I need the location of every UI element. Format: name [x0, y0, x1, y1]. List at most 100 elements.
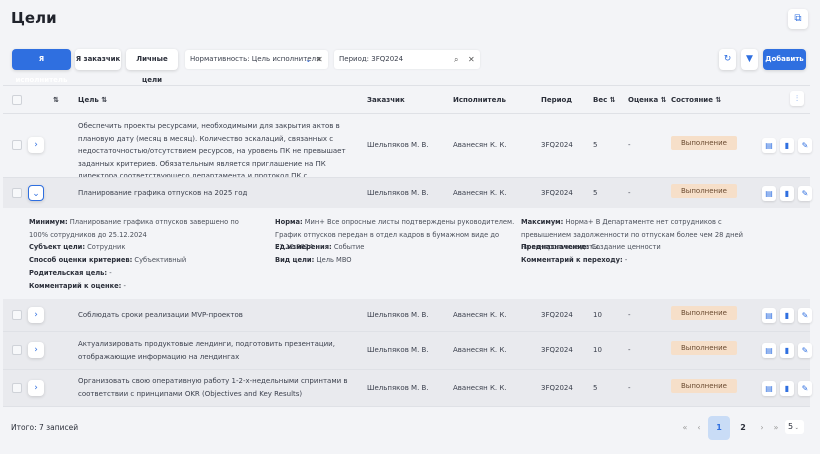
filter-button[interactable]: ▼ — [741, 49, 758, 70]
row-checkbox[interactable] — [12, 310, 22, 320]
goal-text[interactable]: Организовать свою оперативную работу 1-2… — [78, 375, 363, 400]
kind-value: Цель MBO — [316, 256, 352, 264]
collapse-button[interactable]: ⌄ — [28, 185, 44, 201]
col-score[interactable]: Оценка ⇅ — [628, 96, 667, 104]
chevron-down-icon[interactable]: ⌄ — [305, 50, 312, 69]
map-icon[interactable]: ▮ — [780, 343, 794, 358]
select-all-checkbox[interactable] — [12, 95, 22, 105]
unit-label: Ед.измерения: — [275, 243, 332, 251]
clear-icon[interactable]: ✕ — [316, 50, 323, 69]
map-icon[interactable]: ▮ — [780, 138, 794, 153]
col-customer: Заказчик — [367, 96, 405, 104]
customer: Шельпяков М. В. — [367, 384, 429, 392]
tab-customer[interactable]: Я заказчик — [75, 49, 121, 70]
customer: Шельпяков М. В. — [367, 141, 429, 149]
executor: Аванесян К. К. — [453, 346, 507, 354]
norm-label: Норма: — [275, 218, 303, 226]
col-period: Период — [541, 96, 572, 104]
status-badge: Выполнение — [671, 136, 737, 150]
status-badge: Выполнение — [671, 379, 737, 393]
goal-text[interactable]: Планирование графика отпусков на 2025 го… — [78, 187, 363, 200]
parent-label: Родительская цель: — [29, 269, 108, 277]
expand-button[interactable]: › — [28, 307, 44, 323]
page-1-button[interactable]: 1 — [708, 416, 730, 440]
refresh-button[interactable]: ↻ — [719, 49, 736, 70]
goal-text[interactable]: Обеспечить проекты ресурсами, необходимы… — [78, 120, 363, 183]
clear-icon[interactable]: ✕ — [468, 50, 475, 69]
period: 3FQ2024 — [541, 189, 573, 197]
page-2-button[interactable]: 2 — [732, 416, 754, 440]
status-badge: Выполнение — [671, 184, 737, 198]
edit-icon[interactable]: ✎ — [798, 308, 812, 323]
score: - — [628, 384, 631, 392]
row-checkbox[interactable] — [12, 345, 22, 355]
edit-icon[interactable]: ✎ — [798, 186, 812, 201]
table-row[interactable]: › Обеспечить проекты ресурсами, необходи… — [3, 114, 812, 180]
sort-icon[interactable]: ⇅ — [53, 96, 59, 104]
map-icon[interactable]: ▮ — [780, 186, 794, 201]
open-external-button[interactable]: ⧉ — [788, 9, 808, 29]
search-icon[interactable]: ⌕ — [454, 50, 458, 69]
row-checkbox[interactable] — [12, 140, 22, 150]
map-icon[interactable]: ▮ — [780, 381, 794, 396]
goal-text[interactable]: Актуализировать продуктовые лендинги, по… — [78, 338, 363, 363]
col-goal[interactable]: Цель ⇅ — [78, 96, 107, 104]
expand-button[interactable]: › — [28, 137, 44, 153]
page-title: Цели — [11, 9, 57, 27]
period-filter[interactable]: Период: 3FQ2024 ⌕ ✕ — [334, 50, 480, 69]
normativity-filter[interactable]: Нормативность: Цель исполнителя ⌄ ✕ — [185, 50, 328, 69]
status-badge: Выполнение — [671, 341, 737, 355]
edit-icon[interactable]: ✎ — [798, 138, 812, 153]
score: - — [628, 141, 631, 149]
details-icon[interactable]: ▤ — [762, 186, 776, 201]
kind-label: Вид цели: — [275, 256, 315, 264]
subject-value: Сотрудник — [87, 243, 126, 251]
customer: Шельпяков М. В. — [367, 311, 429, 319]
first-page-button[interactable]: « — [679, 416, 691, 440]
next-page-button[interactable]: › — [756, 416, 768, 440]
period-filter-value: Период: 3FQ2024 — [339, 55, 404, 63]
prev-page-button[interactable]: ‹ — [693, 416, 705, 440]
goal-text[interactable]: Соблюдать сроки реализации MVP-проектов — [78, 309, 363, 322]
expand-button[interactable]: › — [28, 380, 44, 396]
details-icon[interactable]: ▤ — [762, 381, 776, 396]
executor: Аванесян К. К. — [453, 311, 507, 319]
transition-value: - — [624, 256, 628, 264]
score: - — [628, 311, 631, 319]
details-icon[interactable]: ▤ — [762, 343, 776, 358]
comment-label: Комментарий к оценке: — [29, 282, 122, 290]
details-icon[interactable]: ▤ — [762, 138, 776, 153]
details-icon[interactable]: ▤ — [762, 308, 776, 323]
period: 3FQ2024 — [541, 311, 573, 319]
method-value: Субъективный — [134, 256, 187, 264]
add-button[interactable]: Добавить — [763, 49, 806, 70]
edit-icon[interactable]: ✎ — [798, 381, 812, 396]
period: 3FQ2024 — [541, 346, 573, 354]
customer: Шельпяков М. В. — [367, 189, 429, 197]
weight: 10 — [593, 346, 602, 354]
edit-icon[interactable]: ✎ — [798, 343, 812, 358]
col-status[interactable]: Состояние ⇅ — [671, 96, 721, 104]
row-checkbox[interactable] — [12, 188, 22, 198]
tab-executor[interactable]: Я исполнитель — [12, 49, 71, 84]
table-row[interactable]: ⌄ Планирование графика отпусков на 2025 … — [3, 178, 812, 208]
col-executor: Исполнитель — [453, 96, 506, 104]
column-settings-icon[interactable]: ⫶ — [790, 91, 804, 106]
table-row[interactable]: › Организовать свою оперативную работу 1… — [3, 370, 812, 406]
comment-value: - — [123, 282, 126, 290]
map-icon[interactable]: ▮ — [780, 308, 794, 323]
min-label: Минимум: — [29, 218, 68, 226]
expand-button[interactable]: › — [28, 342, 44, 358]
row-checkbox[interactable] — [12, 383, 22, 393]
max-label: Максимум: — [521, 218, 564, 226]
executor: Аванесян К. К. — [453, 141, 507, 149]
table-row[interactable]: › Соблюдать сроки реализации MVP-проекто… — [3, 299, 812, 331]
tab-personal[interactable]: Личные цели — [126, 49, 178, 84]
purpose-value: Создание ценности — [591, 243, 661, 251]
last-page-button[interactable]: » — [770, 416, 782, 440]
col-weight[interactable]: Вес ⇅ — [593, 96, 616, 104]
table-row[interactable]: › Актуализировать продуктовые лендинги, … — [3, 332, 812, 369]
table-header: ⇅ Цель ⇅ Заказчик Исполнитель Период Вес… — [3, 86, 810, 113]
page-size-select[interactable]: 5 ⌄ — [785, 420, 804, 434]
weight: 5 — [593, 141, 598, 149]
